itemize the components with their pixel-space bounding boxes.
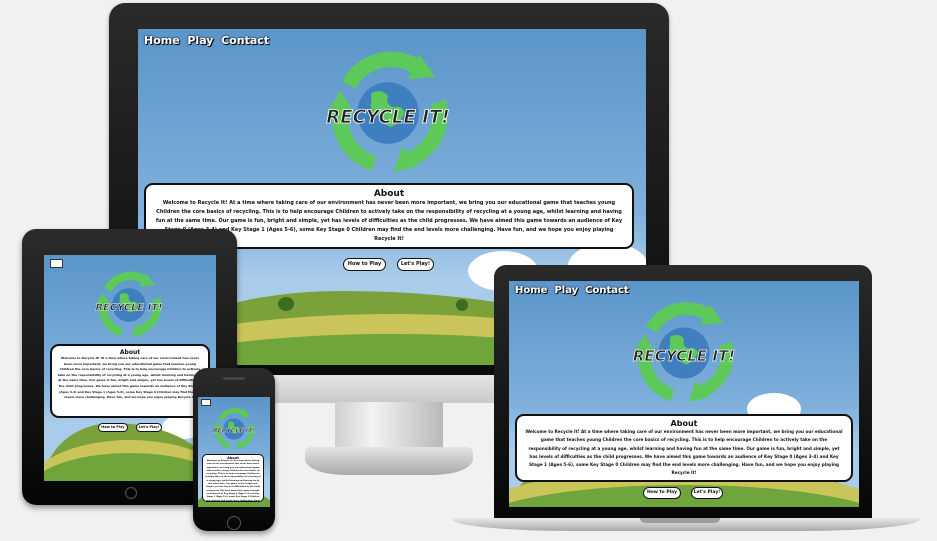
laptop-screen: Home Play Contact RECYCLE IT! About Welc…	[509, 281, 859, 507]
menu-toggle-button[interactable]	[50, 259, 63, 268]
recycle-logo-graphic: RECYCLE IT!	[213, 407, 255, 450]
phone-speaker	[223, 377, 245, 380]
lets-play-button[interactable]: Let's Play!	[397, 258, 434, 271]
tablet-screen: RECYCLE IT! About Welcome to Recycle It!…	[44, 255, 216, 481]
logo-wordmark: RECYCLE IT!	[633, 347, 735, 365]
about-box: About Welcome to Recycle It! At a time w…	[50, 344, 210, 418]
nav-bar: Home Play Contact	[515, 285, 632, 296]
about-heading: About	[119, 349, 141, 356]
recycle-arrow	[341, 51, 424, 89]
nav-home-link[interactable]: Home	[515, 285, 547, 296]
tree	[278, 297, 294, 311]
phone-screen: RECYCLE IT! About Welcome to Recycle It!…	[198, 397, 270, 507]
desktop-monitor-base	[305, 447, 473, 475]
how-to-play-button[interactable]: How to Play	[343, 258, 386, 271]
nav-play-link[interactable]: Play	[554, 285, 578, 296]
lets-play-button[interactable]: Let's Play!	[691, 487, 723, 499]
nav-bar: Home Play Contact	[144, 34, 273, 47]
desktop-monitor-stand	[335, 402, 443, 450]
logo-wordmark: RECYCLE IT!	[213, 427, 255, 434]
recycle-logo: RECYCLE IT!	[210, 405, 258, 453]
phone-home-button	[227, 516, 241, 530]
nav-play-link[interactable]: Play	[187, 34, 213, 47]
how-to-play-button[interactable]: How to Play	[98, 423, 128, 432]
recycle-logo: RECYCLE IT!	[626, 295, 742, 411]
tree	[456, 299, 468, 311]
about-box: About Welcome to Recycle It! At a time w…	[515, 414, 853, 482]
about-text: Welcome to Recycle It! At a time where t…	[525, 429, 843, 476]
recycle-arrow	[645, 302, 714, 334]
recycle-logo-graphic: RECYCLE IT!	[326, 51, 450, 172]
lets-play-button[interactable]: Let's Play!	[136, 423, 162, 432]
nav-contact-link[interactable]: Contact	[585, 285, 629, 296]
recycle-logo-graphic: RECYCLE IT!	[632, 302, 736, 402]
about-box: About Welcome to Recycle It! At a time w…	[202, 454, 264, 502]
about-text: Welcome to Recycle It! At a time where t…	[57, 356, 203, 400]
nav-home-link[interactable]: Home	[144, 34, 180, 47]
recycle-arrow	[104, 271, 149, 292]
logo-wordmark: RECYCLE IT!	[326, 107, 449, 128]
about-text: Welcome to Recycle It! At a time where t…	[205, 460, 261, 502]
recycle-logo: RECYCLE IT!	[91, 267, 167, 343]
logo-wordmark: RECYCLE IT!	[95, 302, 162, 313]
nav-contact-link[interactable]: Contact	[221, 34, 269, 47]
how-to-play-button[interactable]: How to Play	[643, 487, 681, 499]
about-heading: About	[670, 419, 698, 428]
recycle-arrow	[218, 407, 247, 421]
about-heading: About	[373, 189, 405, 199]
tablet-home-button	[125, 487, 137, 499]
recycle-logo: RECYCLE IT!	[318, 43, 458, 183]
recycle-logo-graphic: RECYCLE IT!	[95, 271, 163, 337]
laptop-notch	[640, 518, 720, 523]
